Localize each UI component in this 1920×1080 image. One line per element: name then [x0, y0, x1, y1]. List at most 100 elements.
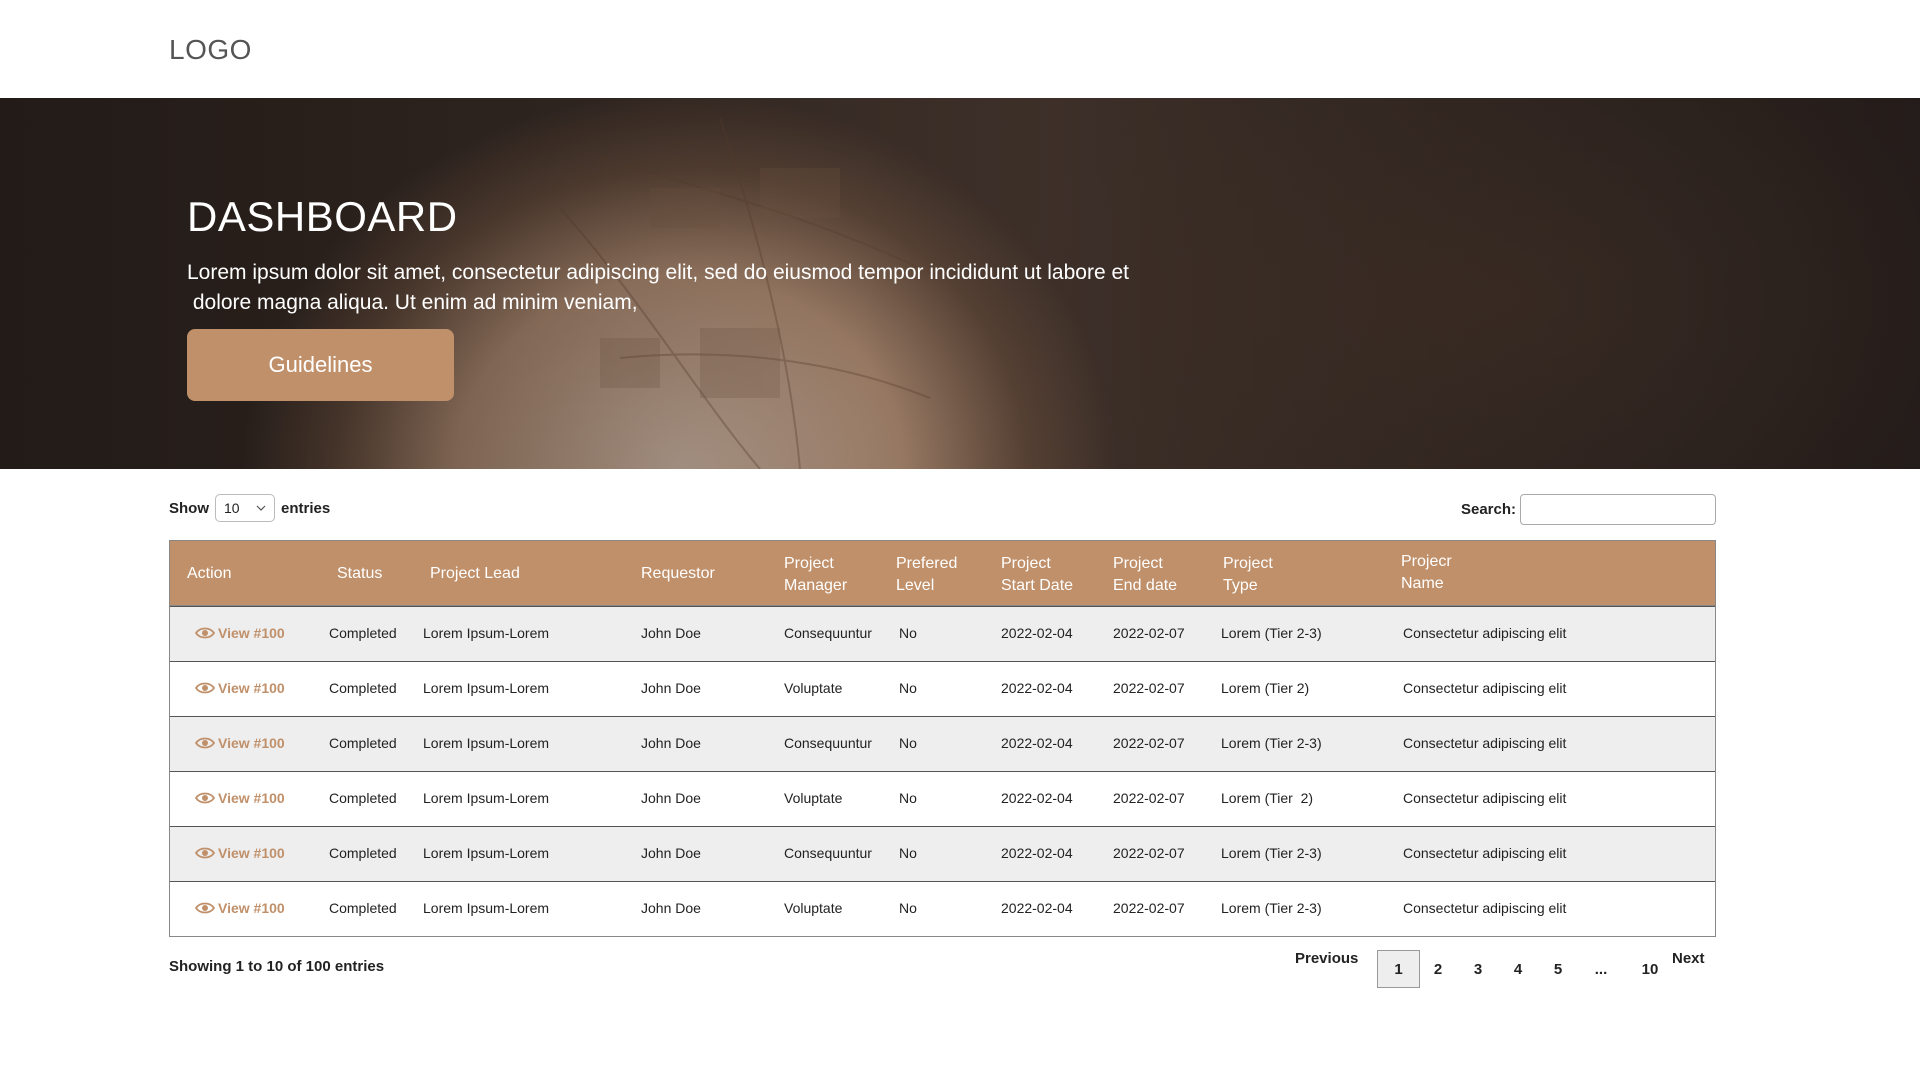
project-name-cell: Consectetur adipiscing elit [1403, 735, 1567, 751]
project-lead-cell: Lorem Ipsum-Lorem [423, 735, 550, 751]
entries-select-value: 10 [224, 500, 240, 516]
header-status[interactable]: Status [337, 563, 382, 585]
project-name-cell: Consectetur adipiscing elit [1403, 625, 1567, 641]
header-text: End date [1113, 577, 1178, 594]
status-cell: Completed [329, 845, 397, 861]
header-project-name[interactable]: Projecr Name [1401, 551, 1452, 595]
page-button-4[interactable]: 4 [1513, 950, 1523, 988]
header-requestor[interactable]: Requestor [641, 563, 715, 585]
view-link[interactable]: View #100 [195, 845, 285, 861]
next-button[interactable]: Next [1672, 950, 1705, 967]
view-link[interactable]: View #100 [195, 900, 285, 916]
search-label: Search: [1460, 501, 1516, 518]
show-label: Show [169, 499, 209, 517]
entries-length-control: Show 10 entries [169, 494, 330, 522]
table-row: View #100 Completed Lorem Ipsum-Lorem Jo… [170, 606, 1715, 661]
projects-table: Action Status Project Lead Requestor Pro… [169, 540, 1716, 937]
project-name-cell: Consectetur adipiscing elit [1403, 845, 1567, 861]
eye-icon [195, 627, 215, 639]
start-date-cell: 2022-02-04 [1001, 680, 1073, 696]
page-button-1[interactable]: 1 [1377, 950, 1420, 988]
prefered-level-cell: No [899, 735, 917, 751]
prefered-level-cell: No [899, 680, 917, 696]
project-lead-cell: Lorem Ipsum-Lorem [423, 845, 550, 861]
page-button-5[interactable]: 5 [1553, 950, 1563, 988]
table-row: View #100 Completed Lorem Ipsum-Lorem Jo… [170, 661, 1715, 716]
eye-icon [195, 682, 215, 694]
view-link[interactable]: View #100 [195, 680, 285, 696]
requestor-cell: John Doe [641, 680, 701, 696]
prefered-level-cell: No [899, 900, 917, 916]
page-button-10[interactable]: 10 [1640, 950, 1660, 988]
project-type-cell: Lorem (Tier 2-3) [1221, 845, 1322, 861]
top-bar: LOGO [0, 0, 1920, 98]
search-input[interactable] [1520, 494, 1716, 525]
project-manager-cell: Voluptate [784, 680, 843, 696]
status-cell: Completed [329, 680, 397, 696]
prefered-level-cell: No [899, 790, 917, 806]
end-date-cell: 2022-02-07 [1113, 790, 1185, 806]
header-text: Type [1223, 577, 1258, 594]
requestor-cell: John Doe [641, 625, 701, 641]
hero-description-line-1: Lorem ipsum dolor sit amet, consectetur … [187, 261, 1129, 284]
project-lead-cell: Lorem Ipsum-Lorem [423, 790, 550, 806]
requestor-cell: John Doe [641, 735, 701, 751]
project-type-cell: Lorem (Tier 2) [1221, 790, 1314, 806]
page-button-3[interactable]: 3 [1473, 950, 1483, 988]
project-type-cell: Lorem (Tier 2-3) [1221, 625, 1322, 641]
header-project-lead[interactable]: Project Lead [430, 563, 520, 585]
project-manager-cell: Voluptate [784, 900, 843, 916]
page-ellipsis: ... [1594, 960, 1608, 978]
project-manager-cell: Voluptate [784, 790, 843, 806]
header-end-date[interactable]: Project End date [1113, 553, 1177, 597]
end-date-cell: 2022-02-07 [1113, 900, 1185, 916]
requestor-cell: John Doe [641, 900, 701, 916]
prefered-level-cell: No [899, 625, 917, 641]
project-name-cell: Consectetur adipiscing elit [1403, 680, 1567, 696]
header-project-manager[interactable]: Project Manager [784, 553, 847, 597]
status-cell: Completed [329, 900, 397, 916]
header-text: Project [1001, 555, 1051, 572]
header-text: Projecr [1401, 553, 1452, 570]
entries-label: entries [281, 499, 331, 517]
end-date-cell: 2022-02-07 [1113, 680, 1185, 696]
view-link-label: View #100 [218, 680, 285, 696]
status-cell: Completed [329, 735, 397, 751]
view-link[interactable]: View #100 [195, 625, 285, 641]
start-date-cell: 2022-02-04 [1001, 790, 1073, 806]
header-text: Start Date [1001, 577, 1074, 594]
table-controls: Show 10 entries Search: [169, 490, 1716, 540]
project-manager-cell: Consequuntur [784, 625, 872, 641]
entries-select[interactable]: 10 [215, 494, 275, 522]
header-text: Prefered [896, 555, 958, 572]
project-lead-cell: Lorem Ipsum-Lorem [423, 900, 550, 916]
hero-description: Lorem ipsum dolor sit amet, consectetur … [187, 258, 1207, 318]
start-date-cell: 2022-02-04 [1001, 735, 1073, 751]
view-link[interactable]: View #100 [195, 735, 285, 751]
previous-button[interactable]: Previous [1295, 950, 1358, 967]
project-type-cell: Lorem (Tier 2-3) [1221, 900, 1322, 916]
header-text: Project [1113, 555, 1163, 572]
header-action[interactable]: Action [187, 563, 231, 585]
view-link-label: View #100 [218, 900, 285, 916]
guidelines-button[interactable]: Guidelines [187, 329, 454, 401]
hero-banner: DASHBOARD Lorem ipsum dolor sit amet, co… [0, 98, 1920, 469]
view-link-label: View #100 [218, 845, 285, 861]
view-link[interactable]: View #100 [195, 790, 285, 806]
search-control: Search: [1461, 494, 1716, 525]
header-project-type[interactable]: Project Type [1223, 553, 1273, 597]
table-row: View #100 Completed Lorem Ipsum-Lorem Jo… [170, 771, 1715, 826]
view-link-label: View #100 [218, 735, 285, 751]
table-row: View #100 Completed Lorem Ipsum-Lorem Jo… [170, 826, 1715, 881]
logo[interactable]: LOGO [169, 34, 252, 66]
end-date-cell: 2022-02-07 [1113, 625, 1185, 641]
header-text: Project [1223, 555, 1273, 572]
project-name-cell: Consectetur adipiscing elit [1403, 900, 1567, 916]
header-prefered-level[interactable]: Prefered Level [896, 553, 957, 597]
header-start-date[interactable]: Project Start Date [1001, 553, 1073, 597]
eye-icon [195, 847, 215, 859]
page-button-2[interactable]: 2 [1433, 950, 1443, 988]
table-header: Action Status Project Lead Requestor Pro… [170, 541, 1715, 606]
end-date-cell: 2022-02-07 [1113, 845, 1185, 861]
eye-icon [195, 792, 215, 804]
